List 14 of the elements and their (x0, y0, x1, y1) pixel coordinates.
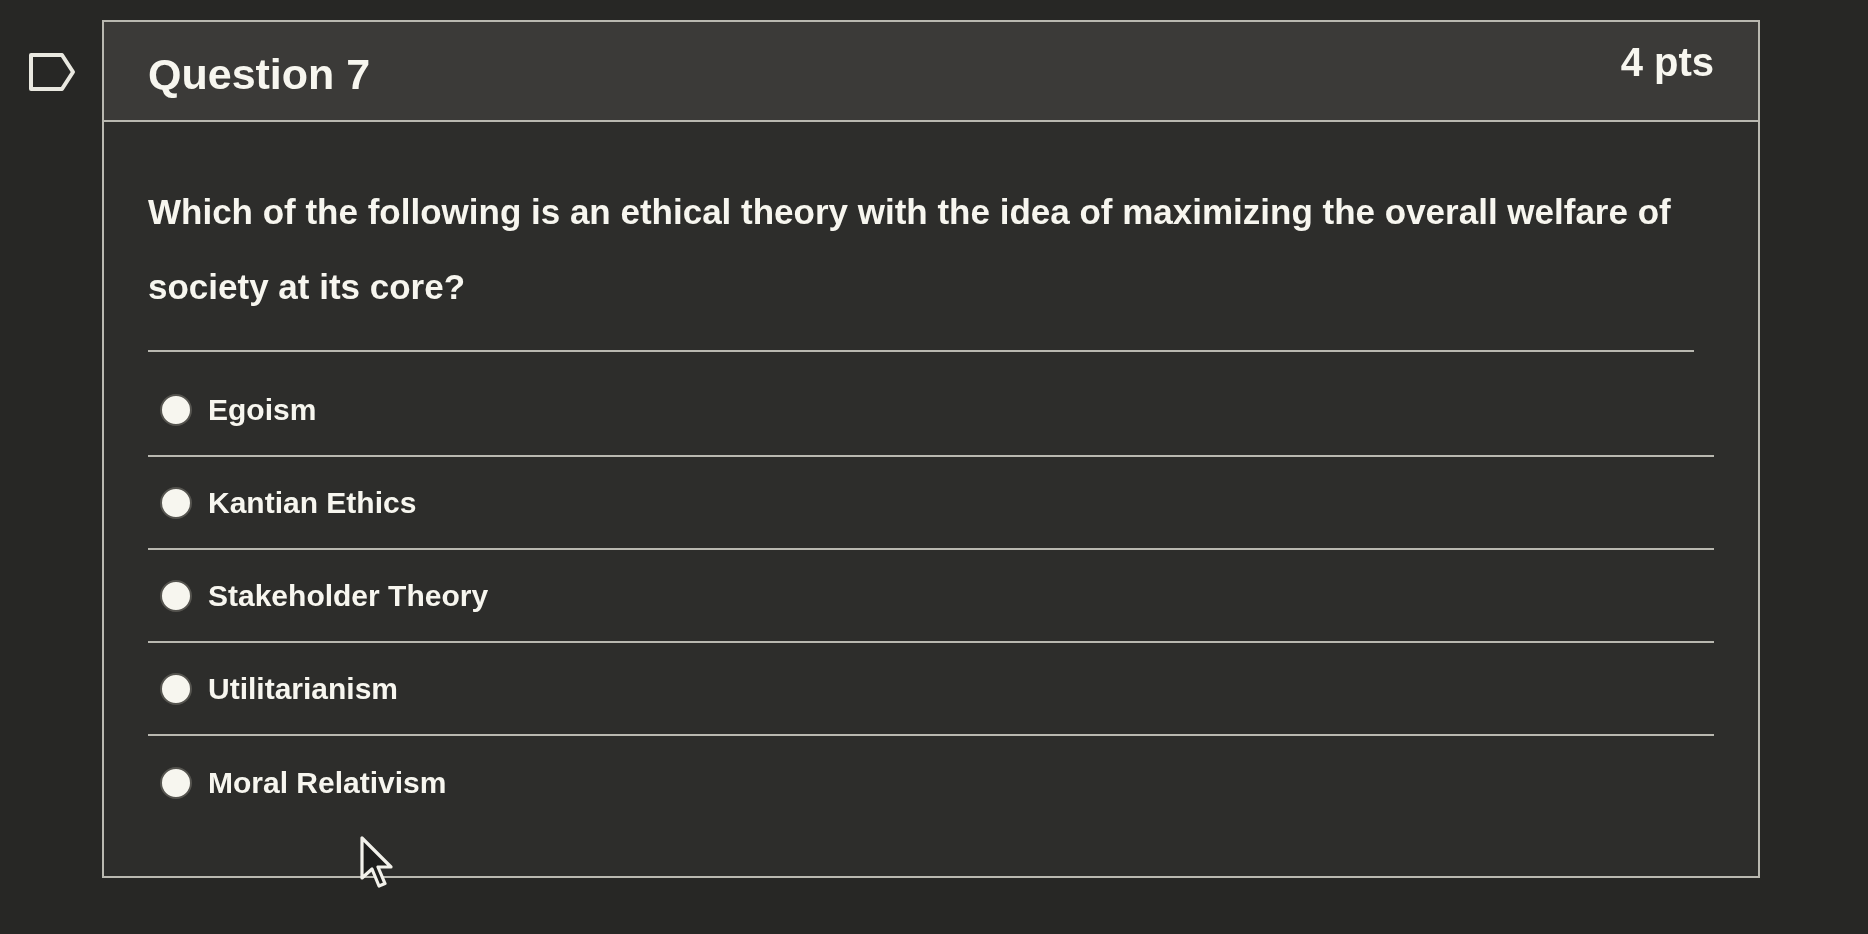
radio-button[interactable] (160, 579, 192, 612)
question-title: Question 7 (148, 49, 371, 100)
answer-label[interactable]: Moral Relativism (208, 762, 447, 803)
radio-button[interactable] (160, 672, 192, 705)
answer-label[interactable]: Stakeholder Theory (208, 575, 489, 616)
radio-button[interactable] (160, 766, 192, 799)
points-label: 4 pts (1620, 39, 1714, 86)
radio-button[interactable] (160, 486, 192, 519)
flag-icon[interactable] (28, 52, 76, 92)
answer-label[interactable]: Utilitarianism (208, 668, 399, 709)
radio-button[interactable] (160, 393, 192, 426)
answer-label[interactable]: Egoism (208, 389, 317, 430)
answer-label[interactable]: Kantian Ethics (208, 482, 417, 523)
question-text: Which of the following is an ethical theory with the idea of maximizing the overall welfare of society at its core? (148, 191, 1672, 308)
